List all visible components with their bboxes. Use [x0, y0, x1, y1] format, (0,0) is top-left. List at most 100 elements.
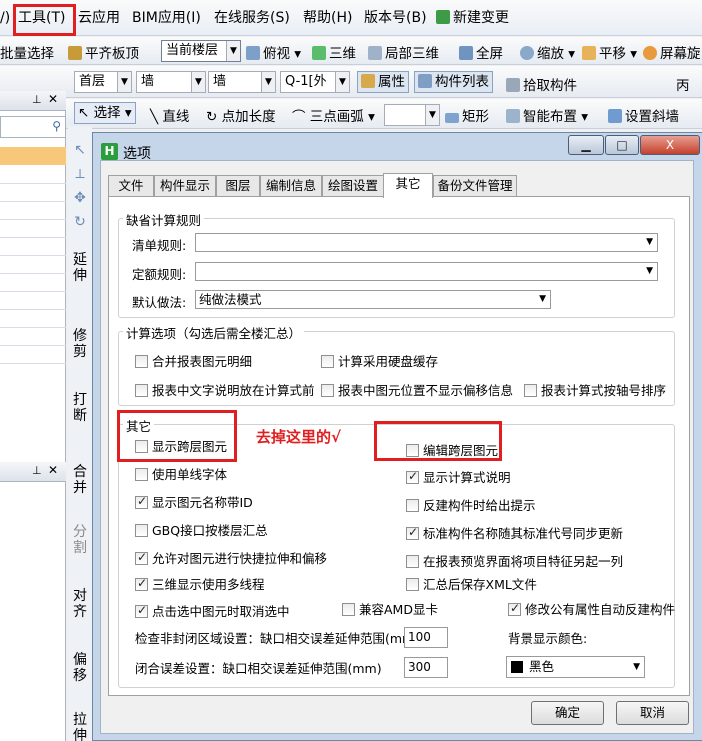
hide-offset-checkbox[interactable]: 报表中图元位置不显示偏移信息	[321, 380, 513, 399]
list-item[interactable]	[0, 203, 66, 220]
smart-layout-button[interactable]: 智能布置 ▾	[506, 105, 588, 125]
arc-mode-dropdown[interactable]: ▼	[384, 104, 440, 126]
menu-item-help[interactable]: 帮助(H)	[303, 0, 352, 36]
list-item[interactable]	[0, 257, 66, 274]
pin-icon[interactable]: ⊥	[32, 464, 42, 477]
select-label: 选择	[93, 105, 121, 121]
list-item[interactable]	[0, 275, 66, 292]
slope-wall-button[interactable]: 设置斜墙	[608, 105, 679, 125]
gbq-by-floor-checkbox[interactable]: GBQ接口按楼层汇总	[135, 520, 268, 539]
quota-rule-select[interactable]: ▼	[195, 262, 658, 281]
auto-rebuild-checkbox[interactable]: 修改公有属性自动反建构件	[508, 599, 675, 618]
merge-report-checkbox[interactable]: 合并报表图元明细	[135, 351, 252, 370]
batch-select-button[interactable]: 批量选择	[0, 42, 54, 62]
element-list-button[interactable]: 构件列表	[414, 71, 493, 93]
quick-stretch-checkbox[interactable]: 允许对图元进行快捷拉伸和偏移	[135, 548, 327, 567]
tool-icon[interactable]: ↖	[72, 142, 88, 158]
flush-slab-button[interactable]: 平齐板顶	[68, 42, 139, 62]
close-icon[interactable]: ✕	[48, 463, 58, 477]
maximize-button[interactable]: □	[605, 135, 639, 155]
default-method-select[interactable]: 纯做法模式 ▼	[195, 290, 551, 309]
text-before-formula-checkbox[interactable]: 报表中文字说明放在计算式前	[135, 380, 315, 399]
local-3d-button[interactable]: 局部三维	[368, 42, 439, 62]
close-icon[interactable]: ✕	[48, 92, 58, 106]
list-item[interactable]	[0, 329, 66, 346]
tab-backup[interactable]: 备份文件管理	[433, 175, 517, 196]
pin-icon[interactable]: ⊥	[32, 93, 42, 106]
extend-tool[interactable]: 延伸	[72, 252, 88, 284]
break-tool[interactable]: 打断	[72, 392, 88, 424]
bg-color-select[interactable]: 黑色 ▼	[506, 656, 645, 678]
menu-item-bim[interactable]: BIM应用(I)	[132, 0, 201, 36]
tool-icon[interactable]: ⟂	[72, 166, 88, 182]
list-item[interactable]	[0, 311, 66, 328]
list-item[interactable]	[0, 221, 66, 238]
check-gap-input[interactable]: 100	[404, 627, 448, 648]
stretch-tool[interactable]: 拉伸	[72, 712, 88, 741]
merge-tool[interactable]: 合并	[72, 464, 88, 496]
menu-item-prev[interactable]: /)	[0, 0, 10, 36]
click-deselect-checkbox[interactable]: 点击选中图元时取消选中	[135, 601, 290, 620]
properties-button[interactable]: 属性	[357, 71, 409, 93]
tab-compile-info[interactable]: 编制信息	[260, 175, 322, 196]
offset-tool[interactable]: 偏移	[72, 652, 88, 684]
fullscreen-button[interactable]: 全屏	[459, 42, 503, 62]
arc-button[interactable]: ⌒ 三点画弧 ▾	[292, 105, 375, 125]
zoom-button[interactable]: 缩放 ▾	[520, 42, 575, 62]
tool-icon[interactable]: ✥	[72, 190, 88, 206]
sort-by-axis-checkbox[interactable]: 报表计算式按轴号排序	[524, 380, 666, 399]
menu-item-new-change[interactable]: 新建变更	[436, 0, 509, 36]
element-dropdown[interactable]: Q-1[外 ▼	[280, 71, 350, 93]
ok-button[interactable]: 确定	[531, 701, 604, 725]
minimize-button[interactable]: ▁	[568, 135, 604, 155]
tool-icon[interactable]: ↻	[72, 214, 88, 230]
tab-layer[interactable]: 图层	[216, 175, 260, 196]
category-dropdown[interactable]: 墙 ▼	[136, 71, 206, 93]
rectangle-button[interactable]: 矩形	[445, 105, 489, 125]
close-gap-input[interactable]: 300	[404, 657, 448, 678]
list-item[interactable]	[0, 185, 66, 202]
3d-view-button[interactable]: 三维	[312, 42, 356, 62]
feature-column-checkbox[interactable]: 在报表预览界面将项目特征另起一列	[406, 551, 623, 570]
save-xml-checkbox[interactable]: 汇总后保存XML文件	[406, 574, 537, 593]
pick-element-button[interactable]: 拾取构件	[506, 74, 577, 94]
split-tool[interactable]: 分割	[72, 524, 88, 556]
selected-row[interactable]	[0, 147, 66, 165]
pick-element-label: 拾取构件	[523, 78, 577, 94]
line-button[interactable]: ╲ 直线	[150, 105, 189, 125]
extra-button[interactable]: 丙	[676, 74, 690, 94]
align-tool[interactable]: 对齐	[72, 588, 88, 620]
tab-file[interactable]: 文件	[108, 175, 154, 196]
amd-compat-checkbox[interactable]: 兼容AMD显卡	[342, 599, 438, 618]
select-button[interactable]: ↖ 选择 ▾	[74, 102, 136, 124]
trim-tool[interactable]: 修剪	[72, 328, 88, 360]
menu-item-cloud[interactable]: 云应用	[78, 0, 120, 36]
multithread-3d-checkbox[interactable]: 三维显示使用多线程	[135, 574, 265, 593]
top-view-button[interactable]: 俯视 ▾	[246, 42, 301, 62]
show-formula-desc-checkbox[interactable]: 显示计算式说明	[406, 467, 511, 486]
list-item[interactable]	[0, 167, 66, 184]
point-length-button[interactable]: ↻ 点加长度	[206, 105, 276, 125]
tab-other[interactable]: 其它	[383, 173, 433, 198]
std-name-sync-checkbox[interactable]: 标准构件名称随其标准代号同步更新	[406, 523, 623, 542]
type-dropdown[interactable]: 墙 ▼	[208, 71, 276, 93]
list-rule-select[interactable]: ▼	[195, 233, 658, 252]
tab-element-display[interactable]: 构件显示	[154, 175, 216, 196]
list-item[interactable]	[0, 239, 66, 256]
cancel-button[interactable]: 取消	[616, 701, 689, 725]
current-floor-dropdown[interactable]: 当前楼层 ▼	[161, 40, 241, 62]
rebuild-prompt-checkbox[interactable]: 反建构件时给出提示	[406, 495, 536, 514]
menu-item-version[interactable]: 版本号(B)	[364, 0, 427, 36]
search-input[interactable]: ⚲	[0, 116, 66, 138]
single-line-font-checkbox[interactable]: 使用单线字体	[135, 464, 227, 483]
show-name-id-checkbox[interactable]: 显示图元名称带ID	[135, 492, 253, 511]
floor-dropdown[interactable]: 首层 ▼	[74, 71, 132, 93]
list-item[interactable]	[0, 347, 66, 364]
screen-rotate-button[interactable]: 屏幕旋	[643, 42, 701, 62]
pan-button[interactable]: 平移 ▾	[582, 42, 637, 62]
close-button[interactable]: X	[640, 135, 700, 155]
tab-draw-settings[interactable]: 绘图设置	[322, 175, 384, 196]
menu-item-online[interactable]: 在线服务(S)	[214, 0, 290, 36]
list-item[interactable]	[0, 293, 66, 310]
disk-cache-checkbox[interactable]: 计算采用硬盘缓存	[321, 351, 438, 370]
